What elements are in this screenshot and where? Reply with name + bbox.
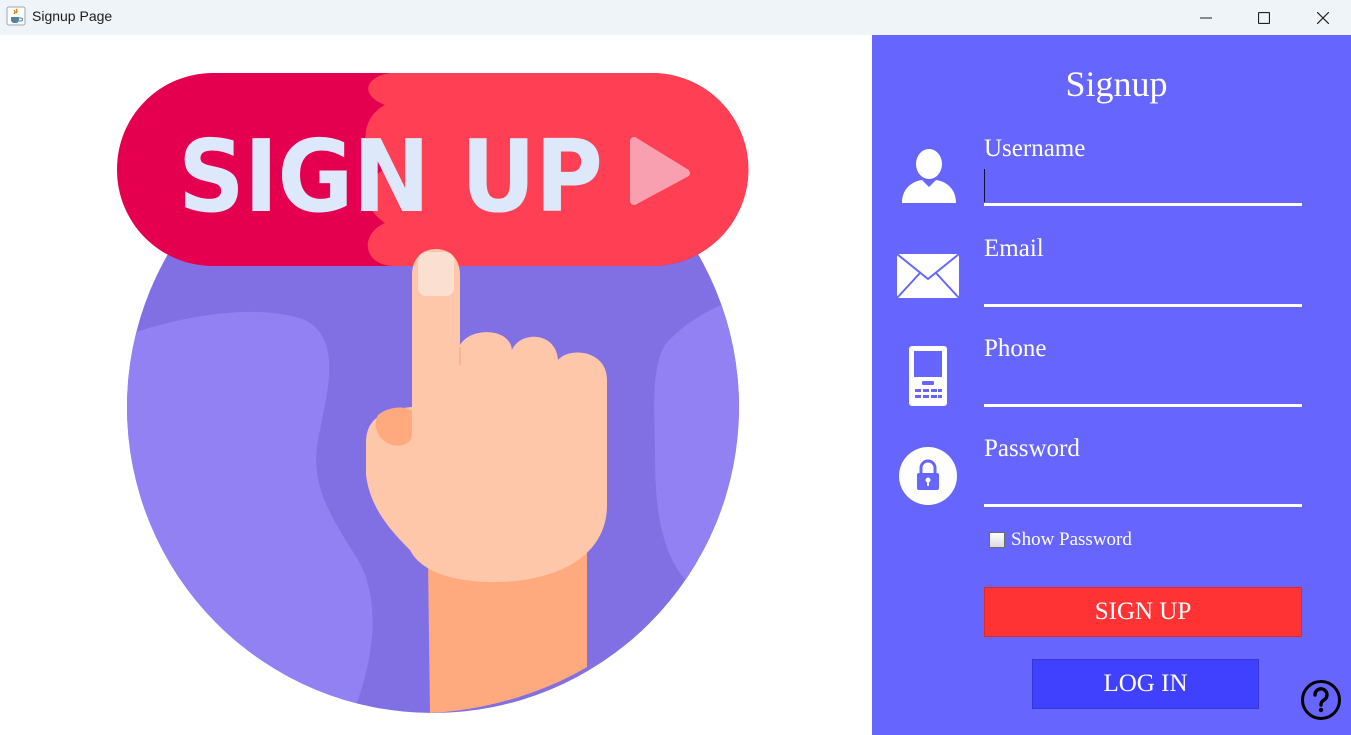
email-label: Email <box>984 235 1044 262</box>
window-title: Signup Page <box>32 8 113 24</box>
show-password-checkbox[interactable] <box>989 532 1005 548</box>
help-question-icon[interactable] <box>1300 679 1342 721</box>
user-icon <box>902 149 956 203</box>
fingernail <box>418 252 454 296</box>
maximize-button[interactable] <box>1235 0 1293 35</box>
hand-pointing-signup-illustration: SIGN UP <box>117 73 749 713</box>
signup-panel: Signup Username Email Phone Password Sho… <box>872 35 1351 735</box>
show-password-toggle[interactable]: Show Password <box>989 529 1132 551</box>
minimize-button[interactable] <box>1177 0 1235 35</box>
maximize-icon <box>1258 11 1270 24</box>
username-label: Username <box>984 135 1086 162</box>
password-label: Password <box>984 435 1080 462</box>
page-title: Signup <box>1065 64 1168 104</box>
login-button[interactable]: LOG IN <box>1032 659 1259 709</box>
envelope-icon <box>896 253 960 299</box>
email-input[interactable] <box>984 277 1302 307</box>
username-input[interactable] <box>984 176 1302 206</box>
password-input[interactable] <box>984 477 1302 507</box>
signup-illustration-area: SIGN UP <box>0 35 872 735</box>
banner-text: SIGN UP <box>178 118 602 235</box>
signup-button[interactable]: SIGN UP <box>984 587 1302 637</box>
phone-label: Phone <box>984 335 1047 362</box>
close-icon <box>1317 11 1329 24</box>
close-button[interactable] <box>1294 0 1351 35</box>
phone-input[interactable] <box>984 377 1302 407</box>
text-caret <box>984 169 985 202</box>
minimize-icon <box>1200 17 1212 18</box>
java-cup-icon <box>6 6 26 26</box>
show-password-label: Show Password <box>1011 529 1132 550</box>
lock-icon <box>899 447 957 505</box>
title-bar: Signup Page <box>0 0 1351 35</box>
mobile-phone-icon <box>909 346 947 406</box>
